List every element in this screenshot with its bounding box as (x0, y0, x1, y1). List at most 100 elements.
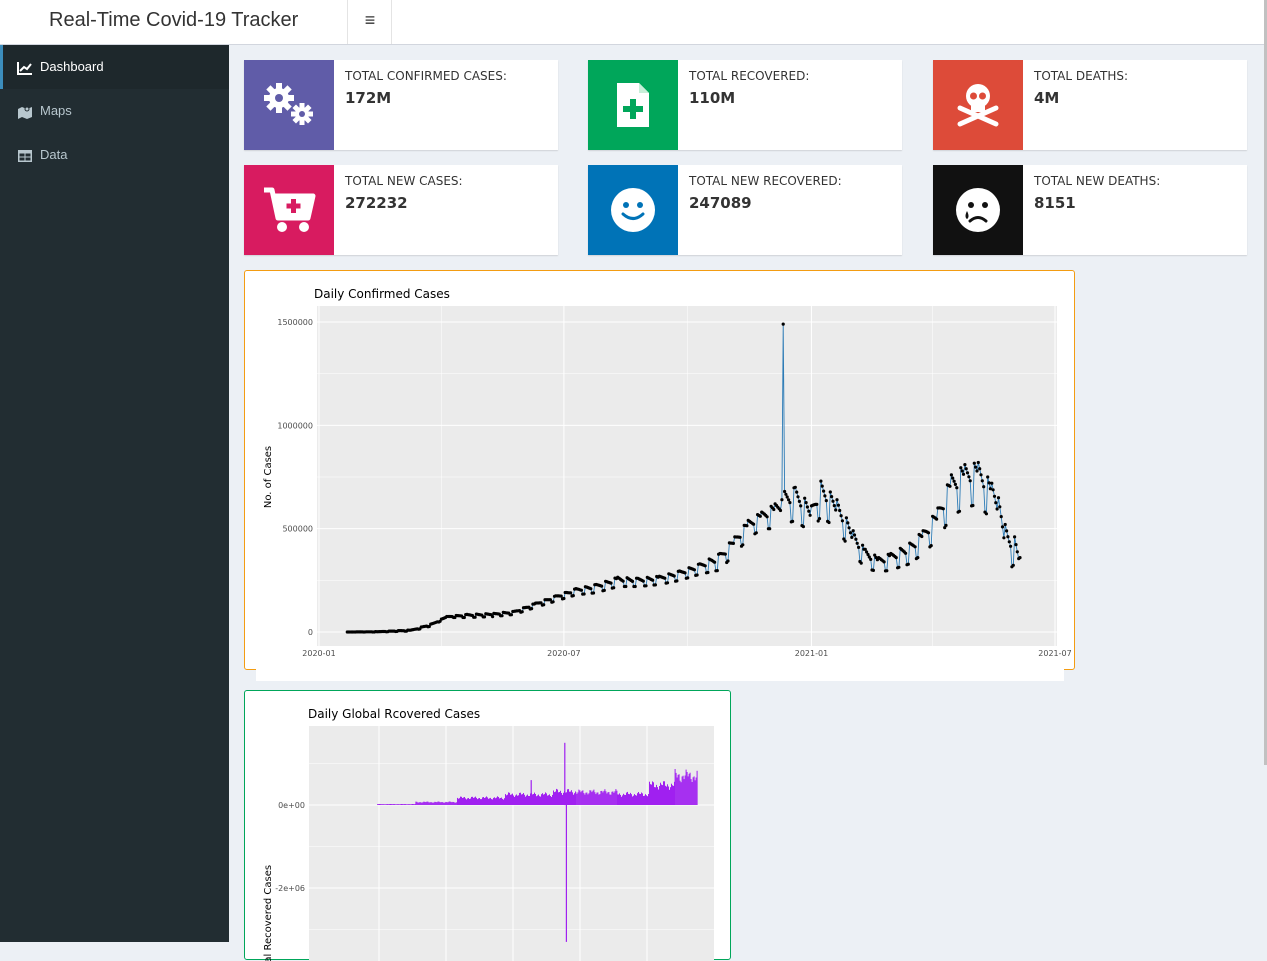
bar (674, 769, 676, 805)
data-point (1002, 536, 1006, 540)
data-point (686, 576, 690, 580)
bar (661, 784, 662, 805)
bar (412, 804, 413, 805)
sidebar-item-label: Data (40, 147, 68, 162)
bar (559, 792, 560, 805)
spike-bar (565, 805, 567, 942)
bar (569, 791, 570, 805)
info-box-value: 272232 (345, 194, 408, 212)
bar (585, 792, 587, 805)
daily-recovered-chart: Daily Global Rcovered Cases 0e+00-2e+06 … (263, 707, 714, 961)
bar (406, 804, 407, 805)
bar (623, 793, 624, 805)
bar (588, 793, 590, 805)
bar (493, 797, 494, 805)
bar (660, 782, 661, 805)
bar (467, 798, 468, 805)
bar (499, 798, 500, 805)
bar (401, 804, 402, 805)
bar (512, 793, 513, 805)
data-point (675, 579, 679, 583)
bar (536, 796, 537, 805)
y-axis-label: Total Recovered Cases (263, 865, 274, 961)
bar (696, 770, 698, 805)
bar (692, 777, 694, 805)
data-point (726, 559, 730, 563)
data-point (986, 475, 990, 479)
bar (688, 773, 690, 805)
data-point (509, 613, 513, 617)
bar (386, 804, 387, 805)
bar (504, 798, 505, 805)
sidebar-toggle-button[interactable]: ≡ (349, 0, 392, 44)
sidebar-item-label: Dashboard (40, 59, 104, 74)
bar (558, 792, 559, 805)
data-point (591, 591, 596, 595)
bar (518, 795, 519, 805)
app-title[interactable]: Real-Time Covid-19 Tracker (0, 0, 348, 44)
data-point (957, 509, 962, 513)
bar (551, 797, 552, 805)
bar (429, 802, 431, 805)
info-box-icon (588, 60, 678, 150)
bar (525, 796, 526, 805)
data-point (976, 460, 980, 465)
bar (497, 796, 498, 805)
data-point (633, 584, 637, 589)
data-point (752, 522, 756, 526)
bar (555, 791, 556, 805)
bar (459, 798, 460, 805)
bar (391, 804, 392, 805)
bar (481, 799, 482, 805)
info-box-new-recovered: TOTAL NEW RECOVERED: 247089 (588, 165, 902, 255)
data-point (935, 517, 939, 521)
data-point (929, 544, 933, 548)
data-point (822, 489, 826, 493)
bar (380, 804, 381, 805)
bar (508, 792, 509, 805)
bar (414, 804, 415, 805)
info-box-label: TOTAL NEW CASES: (345, 174, 463, 188)
bar (659, 786, 660, 805)
bar (673, 785, 674, 805)
data-point (979, 473, 983, 477)
data-point (850, 535, 854, 539)
bar (586, 792, 588, 805)
bar (614, 791, 616, 805)
bar (658, 789, 659, 805)
x-tick-label: 2021-07 (1038, 649, 1071, 658)
bar (632, 796, 633, 805)
bar (524, 794, 525, 805)
data-point (843, 539, 847, 543)
bar (594, 792, 596, 805)
sidebar-item-maps[interactable]: Maps (0, 89, 229, 133)
data-point (791, 519, 795, 523)
bar (440, 802, 442, 805)
data-point (741, 543, 745, 547)
sidebar-item-dashboard[interactable]: Dashboard (0, 45, 229, 89)
daily-confirmed-chart-box: Daily Confirmed Cases 0 500000 1000000 1500… (244, 270, 1075, 681)
data-point (542, 603, 546, 607)
data-point (971, 503, 975, 508)
bar (392, 804, 393, 805)
bar (526, 795, 527, 805)
bar (666, 786, 667, 805)
bar (390, 804, 391, 805)
medical-file-icon (617, 83, 649, 127)
data-point (805, 505, 810, 509)
bar (404, 804, 405, 805)
sidebar-item-data[interactable]: Data (0, 133, 229, 177)
bar (639, 793, 640, 805)
bar (446, 802, 448, 805)
bar (644, 795, 645, 805)
bar (573, 794, 574, 805)
data-point (835, 498, 839, 502)
data-point (491, 615, 495, 619)
bar (648, 794, 649, 805)
bar (475, 796, 476, 805)
bar (506, 795, 507, 805)
data-point (473, 615, 477, 619)
bar (695, 777, 697, 805)
bar (485, 797, 486, 805)
bar (409, 804, 410, 805)
